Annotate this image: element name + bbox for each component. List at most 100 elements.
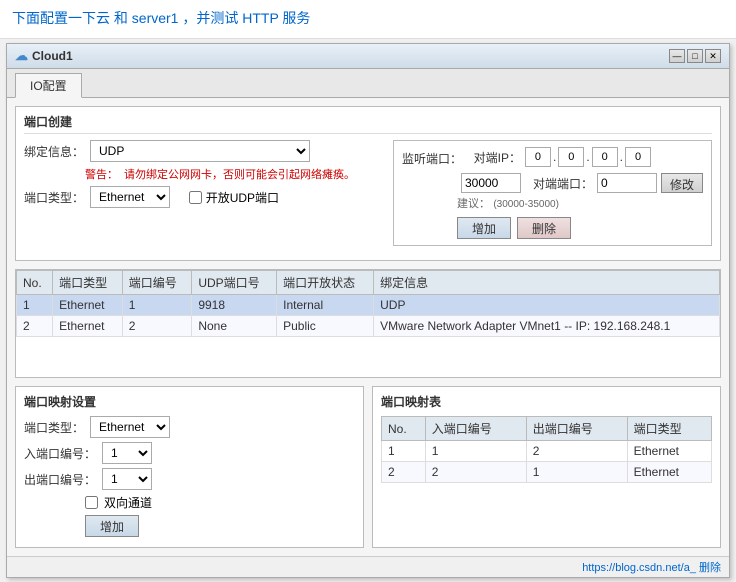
warning-row: 警告： 请勿绑定公网网卡，否则可能会引起网络瘫痪。 [85,166,385,182]
maximize-btn[interactable]: □ [687,49,703,63]
table-row[interactable]: 1 Ethernet 1 9918 Internal UDP [17,295,720,316]
window: ☁ Cloud1 — □ ✕ IO配置 端口创建 绑定信息： [6,43,730,578]
bind-info-row: 绑定信息： UDP [24,140,385,162]
table-row[interactable]: 2 Ethernet 2 None Public VMware Network … [17,316,720,337]
tab-bar: IO配置 [7,69,729,98]
ip-input-row: . . . [525,147,651,167]
map-cell-type: Ethernet [627,462,711,483]
map-type-select[interactable]: Ethernet [90,416,170,438]
listen-port-label: 监听端口： [402,150,462,167]
out-port-select[interactable]: 1 [102,468,152,490]
status-bar: https://blog.csdn.net/a_ 删除 [7,556,729,577]
table-row[interactable]: 1 1 2 Ethernet [382,441,712,462]
port-type-select[interactable]: Ethernet [90,186,170,208]
close-btn[interactable]: ✕ [705,49,721,63]
cell-number: 2 [122,316,192,337]
cell-bind: VMware Network Adapter VMnet1 -- IP: 192… [374,316,720,337]
in-port-label: 入端口编号： [24,445,96,462]
cell-type: Ethernet [53,295,123,316]
page-header: 下面配置一下云 和 server1 ，并测试 HTTP 服务 [0,0,736,39]
cell-number: 1 [122,295,192,316]
port-type-label: 端口类型： [24,189,84,206]
mapping-data-table: No. 入端口编号 出端口编号 端口类型 1 1 2 Ethernet 2 2 … [381,416,712,483]
window-title: ☁ Cloud1 [15,48,73,64]
left-form: 绑定信息： UDP 警告： 请勿绑定公网网卡，否则可能会引起网络瘫痪。 端口类型… [24,140,385,246]
listen-port-row: 监听端口： 对端IP： . . . [402,147,703,170]
delete-port-button[interactable]: 删除 [517,217,571,239]
section-title-port-creation: 端口创建 [24,113,712,134]
peer-ip-label: 对端IP： [466,149,521,166]
open-udp-checkbox-row: 开放UDP端口 [189,189,279,206]
add-port-button[interactable]: 增加 [457,217,511,239]
map-cell-in: 2 [425,462,526,483]
peer-ip-row: 对端IP： . . . [466,147,651,167]
listen-port-input[interactable] [461,173,521,193]
bidirectional-checkbox[interactable] [85,496,98,509]
top-section-layout: 绑定信息： UDP 警告： 请勿绑定公网网卡，否则可能会引起网络瘫痪。 端口类型… [24,140,712,246]
add-delete-row: 增加 删除 [457,217,703,239]
col-status: 端口开放状态 [277,271,374,295]
cell-status: Public [277,316,374,337]
map-cell-out: 2 [526,441,627,462]
map-col-in: 入端口编号 [425,417,526,441]
window-controls: — □ ✕ [669,49,721,63]
ip-seg-4[interactable] [625,147,651,167]
port-data-table: No. 端口类型 端口编号 UDP端口号 端口开放状态 绑定信息 1 Ether… [16,270,720,337]
map-cell-no: 1 [382,441,426,462]
col-no: No. [17,271,53,295]
modify-button[interactable]: 修改 [661,173,703,193]
col-udp: UDP端口号 [192,271,277,295]
listen-value-row: 对端端口： 修改 [402,173,703,193]
minimize-btn[interactable]: — [669,49,685,63]
cell-no: 2 [17,316,53,337]
out-port-label: 出端口编号： [24,471,96,488]
map-cell-out: 1 [526,462,627,483]
right-panel: 监听端口： 对端IP： . . . [393,140,712,246]
map-cell-no: 2 [382,462,426,483]
map-add-row: 增加 [85,515,355,537]
in-port-row: 入端口编号： 1 [24,442,355,464]
col-number: 端口编号 [122,271,192,295]
bind-label: 绑定信息： [24,143,84,160]
ip-seg-2[interactable] [558,147,584,167]
hint-text: (30000-35000) [493,199,559,210]
ip-seg-1[interactable] [525,147,551,167]
tab-io-config[interactable]: IO配置 [15,73,82,98]
mapping-settings-title: 端口映射设置 [24,393,355,410]
listen-port-area: 对端IP： . . . [466,147,651,170]
table-row[interactable]: 2 2 1 Ethernet [382,462,712,483]
window-title-text: Cloud1 [32,49,73,63]
cell-udp: 9918 [192,295,277,316]
map-col-out: 出端口编号 [526,417,627,441]
mapping-table-title: 端口映射表 [381,393,712,410]
map-cell-in: 1 [425,441,526,462]
port-creation-section: 端口创建 绑定信息： UDP 警告： 请勿绑定公网网卡，否则可能会引起网络瘫痪。 [15,106,721,261]
cell-bind: UDP [374,295,720,316]
map-add-button[interactable]: 增加 [85,515,139,537]
col-type: 端口类型 [53,271,123,295]
ip-seg-3[interactable] [592,147,618,167]
window-content: 端口创建 绑定信息： UDP 警告： 请勿绑定公网网卡，否则可能会引起网络瘫痪。 [7,98,729,556]
cell-type: Ethernet [53,316,123,337]
cell-udp: None [192,316,277,337]
port-mapping-settings: 端口映射设置 端口类型： Ethernet 入端口编号： 1 出端口编号： [15,386,364,548]
cloud-icon: ☁ [15,48,28,64]
cell-no: 1 [17,295,53,316]
bidirectional-row: 双向通道 [85,494,355,511]
open-udp-label: 开放UDP端口 [206,189,279,206]
header-text: 下面配置一下云 和 server1 ，并测试 HTTP 服务 [12,10,310,26]
peer-port-input[interactable] [597,173,657,193]
port-table-section: No. 端口类型 端口编号 UDP端口号 端口开放状态 绑定信息 1 Ether… [15,269,721,378]
bidirectional-label: 双向通道 [104,494,152,511]
port-type-row: 端口类型： Ethernet 开放UDP端口 [24,186,385,208]
warning-label: 警告： [85,166,118,182]
in-port-select[interactable]: 1 [102,442,152,464]
bind-select[interactable]: UDP [90,140,310,162]
suggest-label: 建议： [457,198,490,210]
bottom-sections: 端口映射设置 端口类型： Ethernet 入端口编号： 1 出端口编号： [15,386,721,548]
cell-status: Internal [277,295,374,316]
map-col-no: No. [382,417,426,441]
warning-text: 请勿绑定公网网卡，否则可能会引起网络瘫痪。 [124,166,355,182]
port-mapping-table: 端口映射表 No. 入端口编号 出端口编号 端口类型 1 1 2 Etherne… [372,386,721,548]
open-udp-checkbox[interactable] [189,191,202,204]
